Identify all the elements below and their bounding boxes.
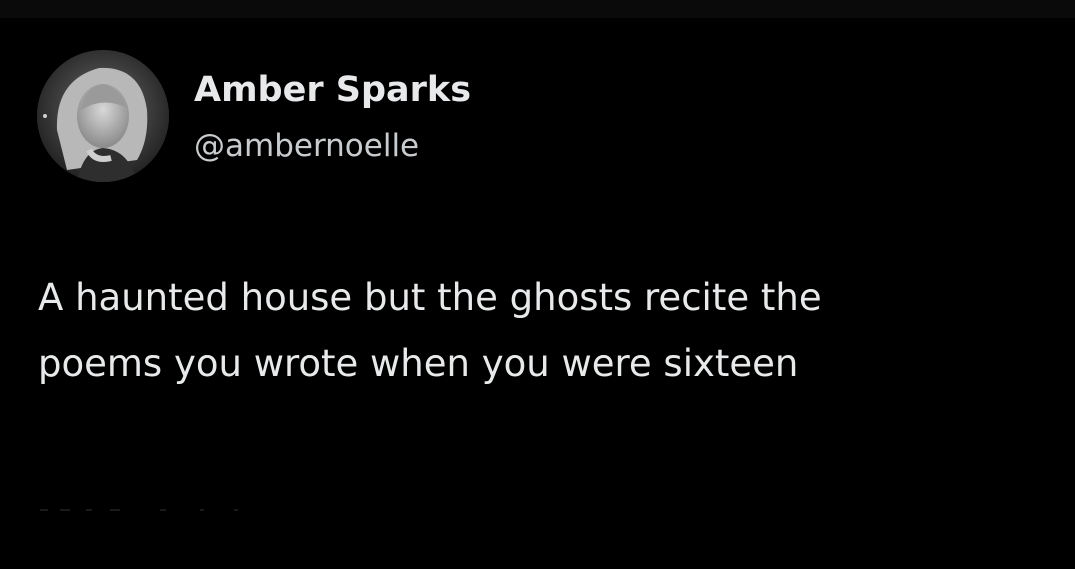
faint-metadata-row bbox=[40, 509, 238, 511]
avatar[interactable] bbox=[37, 50, 169, 182]
tweet-text-line-1: A haunted house but the ghosts recite th… bbox=[38, 276, 822, 319]
avatar-photo bbox=[37, 50, 169, 182]
tweet-text: A haunted house but the ghosts recite th… bbox=[38, 265, 1048, 397]
author-display-name[interactable]: Amber Sparks bbox=[194, 68, 471, 112]
author-handle[interactable]: @ambernoelle bbox=[194, 125, 419, 167]
tweet-card: Amber Sparks @ambernoelle A haunted hous… bbox=[0, 0, 1075, 569]
tweet-text-line-2: poems you wrote when you were sixteen bbox=[38, 342, 799, 385]
